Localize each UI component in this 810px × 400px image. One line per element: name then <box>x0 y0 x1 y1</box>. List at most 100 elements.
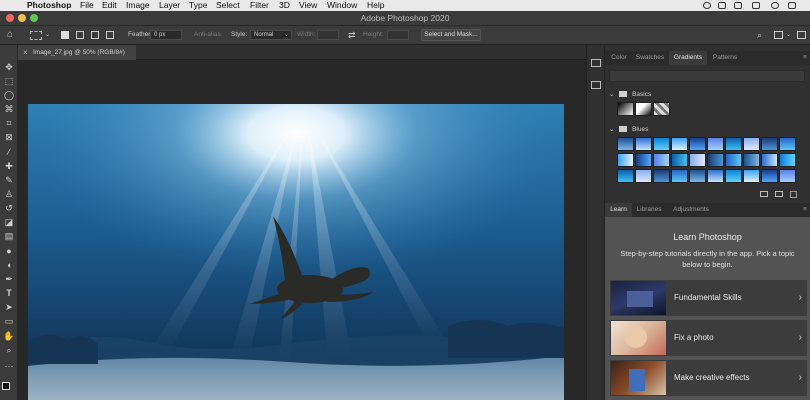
feather-input[interactable]: 0 px <box>150 30 182 40</box>
gradient-swatch[interactable] <box>635 137 652 151</box>
properties-panel-icon[interactable] <box>591 81 601 89</box>
gradient-swatch[interactable] <box>743 153 760 167</box>
gradient-swatch[interactable] <box>653 169 670 183</box>
gradient-swatch[interactable] <box>653 102 670 116</box>
gradient-swatch[interactable] <box>779 137 796 151</box>
search-icon[interactable] <box>771 2 779 9</box>
eyedropper-tool-icon[interactable]: ⁄ <box>3 146 15 158</box>
chevron-down-icon[interactable]: ⌄ <box>786 26 791 44</box>
gradients-search-bar[interactable] <box>609 70 805 82</box>
gradient-swatch[interactable] <box>617 153 634 167</box>
gradient-swatch[interactable] <box>617 169 634 183</box>
lasso-tool-icon[interactable]: ◯ <box>3 89 15 101</box>
wifi-icon[interactable] <box>718 2 726 9</box>
swap-dimensions-icon[interactable]: ⇄ <box>348 26 356 44</box>
creative-cloud-icon[interactable] <box>703 2 711 9</box>
blur-tool-icon[interactable]: ● <box>3 245 15 257</box>
crop-tool-icon[interactable]: ⌗ <box>3 117 15 129</box>
gradient-swatch[interactable] <box>617 137 634 151</box>
gradient-swatch[interactable] <box>779 153 796 167</box>
gradient-swatch[interactable] <box>743 169 760 183</box>
dodge-tool-icon[interactable]: ◖ <box>3 259 15 271</box>
gradient-swatch[interactable] <box>761 137 778 151</box>
more-tools-icon[interactable]: ⋯ <box>3 360 15 372</box>
menu-help[interactable]: Help <box>367 0 384 11</box>
width-input[interactable] <box>317 30 339 40</box>
gradient-swatch[interactable] <box>635 169 652 183</box>
new-gradient-icon[interactable] <box>775 191 783 197</box>
gradient-swatch[interactable] <box>689 137 706 151</box>
select-and-mask-button[interactable]: Select and Mask... <box>421 29 481 41</box>
home-icon[interactable]: ⌂ <box>7 26 13 44</box>
chevron-down-icon[interactable]: ⌄ <box>45 26 50 44</box>
gradient-swatch[interactable] <box>689 169 706 183</box>
gradient-swatch[interactable] <box>671 153 688 167</box>
panel-menu-icon[interactable]: ≡ <box>801 203 809 217</box>
battery-icon[interactable] <box>752 2 760 9</box>
menu-type[interactable]: Type <box>189 0 207 11</box>
gradient-swatch[interactable] <box>725 137 742 151</box>
gradient-swatch[interactable] <box>761 169 778 183</box>
gradient-swatch[interactable] <box>707 169 724 183</box>
gradient-swatch[interactable] <box>725 153 742 167</box>
path-selection-tool-icon[interactable]: ➤ <box>3 301 15 313</box>
eraser-tool-icon[interactable]: ◪ <box>3 216 15 228</box>
menu-3d[interactable]: 3D <box>279 0 290 11</box>
document-tab[interactable]: × Image_27.jpg @ 50% (RGB/8#) <box>18 45 136 60</box>
foreground-color-swatch[interactable] <box>2 382 10 390</box>
menu-window[interactable]: Window <box>327 0 357 11</box>
quick-selection-tool-icon[interactable]: ⌘ <box>3 103 15 115</box>
panel-menu-icon[interactable]: ≡ <box>801 51 809 65</box>
menu-file[interactable]: File <box>80 0 94 11</box>
menu-edit[interactable]: Edit <box>102 0 117 11</box>
gradient-swatch[interactable] <box>725 169 742 183</box>
close-tab-icon[interactable]: × <box>23 45 28 60</box>
gradient-swatch[interactable] <box>617 102 634 116</box>
menu-select[interactable]: Select <box>216 0 240 11</box>
control-center-icon[interactable] <box>788 2 796 9</box>
tab-swatches[interactable]: Swatches <box>633 51 667 65</box>
tab-gradients[interactable]: Gradients <box>669 51 707 65</box>
gradient-swatch[interactable] <box>635 153 652 167</box>
tab-color[interactable]: Color <box>605 51 633 65</box>
gradient-swatch[interactable] <box>707 137 724 151</box>
gradient-swatch[interactable] <box>761 153 778 167</box>
group-blues[interactable]: ⌄ Blues <box>609 125 648 133</box>
delete-icon[interactable] <box>790 191 797 198</box>
history-panel-icon[interactable] <box>591 59 601 67</box>
tab-learn[interactable]: Learn <box>605 203 632 217</box>
tutorial-card-make-creative-effects[interactable]: Make creative effects › <box>610 360 807 396</box>
gradient-swatch[interactable] <box>707 153 724 167</box>
marquee-tool-icon[interactable]: ⬚ <box>3 75 15 87</box>
menu-app-name[interactable]: Photoshop <box>27 0 71 11</box>
anti-alias-checkbox[interactable]: Anti-alias <box>194 26 221 44</box>
type-tool-icon[interactable]: T <box>3 287 15 299</box>
rectangle-tool-icon[interactable]: ▭ <box>3 315 15 327</box>
menu-image[interactable]: Image <box>126 0 150 11</box>
history-brush-tool-icon[interactable]: ↺ <box>3 202 15 214</box>
tab-adjustments[interactable]: Adjustments <box>668 203 714 217</box>
tab-libraries[interactable]: Libraries <box>632 203 666 217</box>
move-tool-icon[interactable]: ✥ <box>3 61 15 73</box>
style-select[interactable]: Normal ⌄ <box>250 30 292 40</box>
workspace-icon[interactable] <box>774 31 783 39</box>
new-group-icon[interactable] <box>760 191 768 197</box>
healing-brush-tool-icon[interactable]: ✚ <box>3 160 15 172</box>
gradient-swatch[interactable] <box>671 169 688 183</box>
frame-tool-icon[interactable]: ⊠ <box>3 131 15 143</box>
gradient-tool-icon[interactable]: ▤ <box>3 230 15 242</box>
canvas-area[interactable] <box>18 60 586 400</box>
menu-layer[interactable]: Layer <box>159 0 180 11</box>
intersect-selection-icon[interactable] <box>106 31 114 39</box>
airplay-icon[interactable] <box>734 2 742 9</box>
search-icon[interactable]: ⌕ <box>757 26 762 44</box>
gradient-swatch[interactable] <box>671 137 688 151</box>
menu-filter[interactable]: Filter <box>250 0 269 11</box>
tutorial-card-fix-a-photo[interactable]: Fix a photo › <box>610 320 807 356</box>
sea-turtle-photo[interactable] <box>28 104 564 400</box>
zoom-tool-icon[interactable]: ⌕ <box>3 344 15 356</box>
marquee-tool-preset-icon[interactable] <box>30 31 42 40</box>
height-input[interactable] <box>387 30 409 40</box>
gradient-swatch[interactable] <box>743 137 760 151</box>
gradient-swatch[interactable] <box>779 169 796 183</box>
